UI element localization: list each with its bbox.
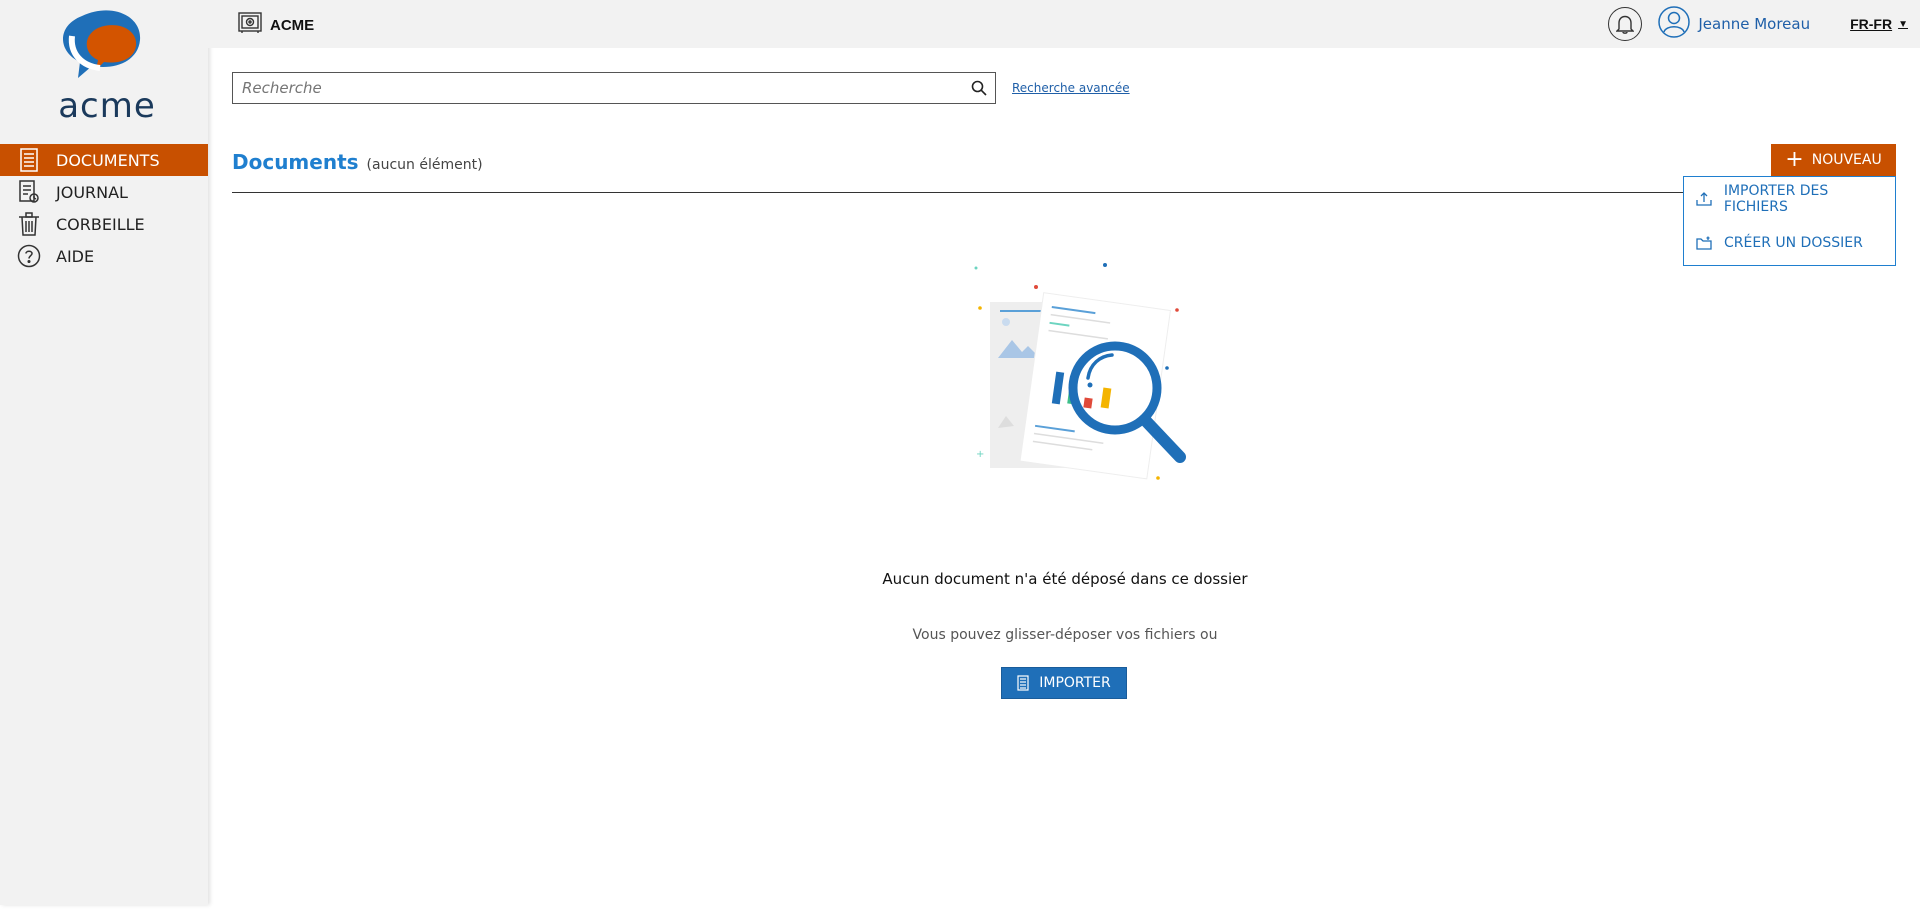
advanced-search-link[interactable]: Recherche avancée [1012,81,1130,95]
language-label: FR-FR [1850,16,1893,32]
trash-icon [16,211,42,237]
page-title: Documents [232,150,359,174]
sidebar-item-label: JOURNAL [56,182,128,202]
safe-icon [238,12,262,39]
sidebar-item-label: AIDE [56,246,95,266]
journal-icon [16,179,42,205]
new-folder-icon [1696,236,1714,250]
search-input[interactable] [233,73,963,103]
empty-message: Aucun document n'a été déposé dans ce do… [882,570,1248,588]
upload-icon [1696,192,1714,206]
user-menu[interactable]: Jeanne Moreau [1658,6,1810,42]
sidebar: acme DOCUMENTS JOURNAL CORBEILLE AIDE [0,0,208,905]
top-right-controls: Jeanne Moreau FR-FR ▼ [1608,0,1920,48]
language-selector[interactable]: FR-FR ▼ [1850,16,1908,32]
document-list-icon [16,147,42,173]
new-dropdown-menu: IMPORTER DES FICHIERS CRÉER UN DOSSIER [1683,176,1896,266]
menu-item-create-folder[interactable]: CRÉER UN DOSSIER [1684,221,1895,265]
brand: ACME [238,12,314,39]
new-button-label: NOUVEAU [1811,152,1882,168]
menu-item-label: IMPORTER DES FICHIERS [1723,183,1829,215]
search-icon[interactable] [963,80,995,96]
sidebar-item-label: DOCUMENTS [56,150,160,170]
empty-hint: Vous pouvez glisser-déposer vos fichiers… [912,627,1218,643]
empty-search-illustration: + [974,263,1186,480]
document-icon [1017,675,1029,691]
logo-text: acme [58,86,156,126]
svg-text:+: + [976,449,984,460]
item-count: (aucun élément) [366,157,483,173]
sidebar-item-corbeille[interactable]: CORBEILLE [0,208,208,240]
plus-icon: + [1785,147,1804,172]
help-icon [16,243,42,269]
heading-divider [232,192,1896,193]
acme-logo[interactable]: acme [52,6,162,126]
speech-bubbles-logo-icon [63,10,141,78]
menu-item-import-files[interactable]: IMPORTER DES FICHIERS [1684,177,1895,221]
import-button[interactable]: IMPORTER [1001,667,1127,699]
new-button[interactable]: + NOUVEAU [1771,144,1896,176]
search-box [232,72,996,104]
sidebar-item-aide[interactable]: AIDE [0,240,208,272]
sidebar-item-documents[interactable]: DOCUMENTS [0,144,208,176]
sidebar-nav: DOCUMENTS JOURNAL CORBEILLE AIDE [0,144,208,272]
page-heading: Documents (aucun élément) [232,150,483,174]
caret-down-icon: ▼ [1898,18,1908,30]
top-bar: ACME Jeanne Moreau FR-FR ▼ [208,0,1920,48]
bell-icon[interactable] [1608,7,1643,41]
sidebar-item-journal[interactable]: JOURNAL [0,176,208,208]
brand-name: ACME [270,17,315,34]
user-name: Jeanne Moreau [1698,15,1811,33]
menu-item-label: CRÉER UN DOSSIER [1724,235,1863,251]
user-avatar-icon [1658,6,1691,42]
import-button-label: IMPORTER [1039,675,1111,691]
sidebar-item-label: CORBEILLE [56,214,145,234]
